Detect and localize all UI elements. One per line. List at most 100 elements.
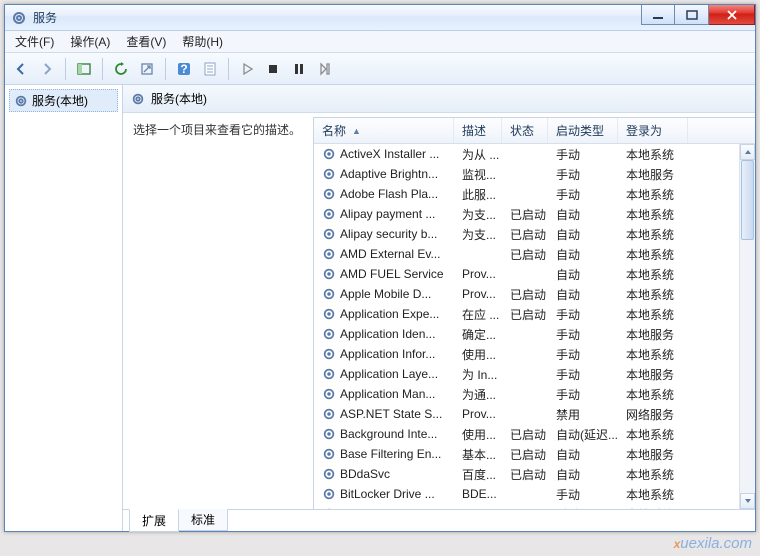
properties-button[interactable]	[198, 57, 222, 81]
back-button[interactable]	[9, 57, 33, 81]
cell-desc: 在应 ...	[454, 306, 502, 323]
cell-logon: 本地系统	[618, 466, 688, 483]
service-row[interactable]: Background Inte...使用...已启动自动(延迟...本地系统	[314, 424, 739, 444]
service-row[interactable]: Application Man...为通...手动本地系统	[314, 384, 739, 404]
scroll-up-button[interactable]	[740, 144, 755, 160]
cell-name: Application Man...	[314, 387, 454, 401]
col-header-startup[interactable]: 启动类型	[548, 118, 618, 143]
gear-icon	[131, 92, 145, 106]
menu-help[interactable]: 帮助(H)	[176, 31, 229, 52]
vertical-scrollbar[interactable]	[739, 144, 755, 509]
col-header-status[interactable]: 状态	[502, 118, 548, 143]
service-row[interactable]: AMD FUEL ServiceProv...自动本地系统	[314, 264, 739, 284]
gear-icon	[322, 487, 336, 501]
service-row[interactable]: ActiveX Installer ...为从 ...手动本地系统	[314, 144, 739, 164]
toolbar-separator	[165, 58, 166, 80]
services-window: 服务 文件(F) 操作(A) 查看(V) 帮助(H) ?	[4, 4, 756, 532]
menu-file[interactable]: 文件(F)	[9, 31, 60, 52]
gear-icon	[322, 407, 336, 421]
toolbar-separator	[102, 58, 103, 80]
window-titlebar[interactable]: 服务	[5, 5, 755, 31]
forward-button[interactable]	[35, 57, 59, 81]
gear-icon	[14, 94, 28, 108]
stop-service-button[interactable]	[261, 57, 285, 81]
cell-logon: 本地系统	[618, 206, 688, 223]
service-row[interactable]: Adaptive Brightn...监视...手动本地服务	[314, 164, 739, 184]
scroll-thumb[interactable]	[741, 160, 754, 240]
gear-icon	[322, 287, 336, 301]
service-row[interactable]: Alipay payment ...为支...已启动自动本地系统	[314, 204, 739, 224]
cell-name: Background Inte...	[314, 427, 454, 441]
service-row[interactable]: Application Infor...使用...手动本地系统	[314, 344, 739, 364]
cell-name: Adobe Flash Pla...	[314, 187, 454, 201]
service-row[interactable]: Alipay security b...为支...已启动自动本地系统	[314, 224, 739, 244]
service-row[interactable]: BitLocker Drive ...BDE...手动本地系统	[314, 484, 739, 504]
cell-logon: 本地服务	[618, 326, 688, 343]
cell-name: Alipay payment ...	[314, 207, 454, 221]
close-button[interactable]	[709, 5, 755, 25]
services-list: 名称▲ 描述 状态 启动类型 登录为 ActiveX Installer ...…	[313, 117, 755, 509]
cell-startup: 手动	[548, 386, 618, 403]
service-row[interactable]: Application Iden...确定...手动本地服务	[314, 324, 739, 344]
cell-desc: 百度...	[454, 466, 502, 483]
tree-item-label: 服务(本地)	[32, 92, 88, 109]
menu-action[interactable]: 操作(A)	[64, 31, 116, 52]
toolbar-separator	[65, 58, 66, 80]
tab-standard[interactable]: 标准	[178, 509, 228, 531]
cell-name: Application Infor...	[314, 347, 454, 361]
service-row[interactable]: AMD External Ev...已启动自动本地系统	[314, 244, 739, 264]
col-header-logon[interactable]: 登录为	[618, 118, 688, 143]
refresh-button[interactable]	[109, 57, 133, 81]
service-row[interactable]: Apple Mobile D...Prov...已启动自动本地系统	[314, 284, 739, 304]
cell-logon: 本地系统	[618, 186, 688, 203]
scroll-down-button[interactable]	[740, 493, 755, 509]
toolbar-separator	[228, 58, 229, 80]
maximize-button[interactable]	[675, 5, 709, 25]
cell-desc: 使用...	[454, 426, 502, 443]
cell-startup: 手动	[548, 306, 618, 323]
export-button[interactable]	[135, 57, 159, 81]
cell-status: 已启动	[502, 466, 548, 483]
service-row[interactable]: ASP.NET State S...Prov...禁用网络服务	[314, 404, 739, 424]
cell-desc: 此服...	[454, 186, 502, 203]
minimize-button[interactable]	[641, 5, 675, 25]
cell-startup: 自动	[548, 286, 618, 303]
cell-startup: 自动	[548, 226, 618, 243]
cell-startup: 自动	[548, 466, 618, 483]
service-row[interactable]: Adobe Flash Pla...此服... 手动本地系统	[314, 184, 739, 204]
cell-startup: 手动	[548, 326, 618, 343]
tab-extended[interactable]: 扩展	[129, 509, 179, 532]
toolbar: ?	[5, 53, 755, 85]
service-row[interactable]: Base Filtering En...基本...已启动自动本地服务	[314, 444, 739, 464]
cell-name: Alipay security b...	[314, 227, 454, 241]
cell-name: Apple Mobile D...	[314, 287, 454, 301]
restart-service-button[interactable]	[313, 57, 337, 81]
tree-item-services-local[interactable]: 服务(本地)	[9, 89, 118, 112]
gear-icon	[322, 327, 336, 341]
cell-startup: 自动	[548, 246, 618, 263]
cell-logon: 本地系统	[618, 506, 688, 510]
cell-desc: 为从 ...	[454, 146, 502, 163]
cell-startup: 手动	[548, 186, 618, 203]
content-area: 服务(本地) 服务(本地) 选择一个项目来查看它的描述。 名称▲ 描述 状态 启…	[5, 85, 755, 531]
cell-startup: 手动	[548, 366, 618, 383]
cell-status: 已启动	[502, 226, 548, 243]
help-button[interactable]: ?	[172, 57, 196, 81]
col-header-desc[interactable]: 描述	[454, 118, 502, 143]
gear-icon	[322, 507, 336, 509]
cell-status: 已启动	[502, 206, 548, 223]
cell-desc: 基本...	[454, 446, 502, 463]
service-row[interactable]: Block Level Back...Win...手动本地系统	[314, 504, 739, 509]
service-row[interactable]: BDdaSvc百度...已启动自动本地系统	[314, 464, 739, 484]
show-hide-tree-button[interactable]	[72, 57, 96, 81]
start-service-button[interactable]	[235, 57, 259, 81]
service-row[interactable]: Application Expe...在应 ...已启动手动本地系统	[314, 304, 739, 324]
cell-name: Block Level Back...	[314, 507, 454, 509]
col-header-name[interactable]: 名称▲	[314, 118, 454, 143]
menu-view[interactable]: 查看(V)	[120, 31, 172, 52]
scroll-track[interactable]	[740, 160, 755, 493]
service-row[interactable]: Application Laye...为 In...手动本地服务	[314, 364, 739, 384]
cell-name: ASP.NET State S...	[314, 407, 454, 421]
pause-service-button[interactable]	[287, 57, 311, 81]
cell-status: 已启动	[502, 286, 548, 303]
